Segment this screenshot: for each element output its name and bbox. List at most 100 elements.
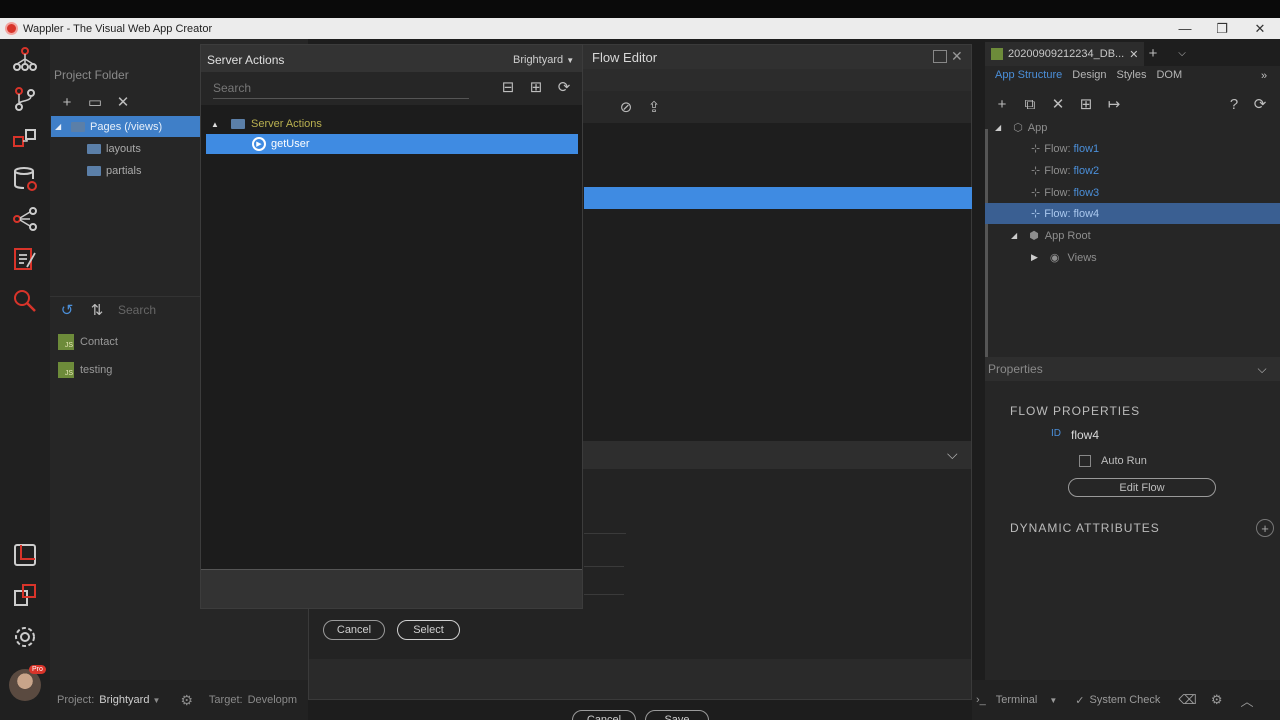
wrap-icon[interactable]: ⊞ bbox=[1077, 95, 1095, 113]
divider bbox=[584, 533, 626, 534]
minimize-button[interactable]: — bbox=[1166, 18, 1204, 39]
status-bar-right: ›_ Terminal ▼ ✓ System Check ⌫ ⚙ ︿ bbox=[972, 680, 1280, 720]
git-icon[interactable] bbox=[9, 83, 41, 115]
share-api-icon[interactable] bbox=[9, 203, 41, 235]
expand-all-icon[interactable]: ⊞ bbox=[527, 78, 545, 96]
document-tab[interactable]: 20200909212234_DB... ✕ bbox=[985, 42, 1145, 66]
server-action-item-getuser[interactable]: ▶ getUser bbox=[206, 134, 578, 154]
collapse-all-icon[interactable]: ⊟ bbox=[499, 78, 517, 96]
help-icon[interactable]: ? bbox=[1225, 95, 1243, 113]
js-file-icon: JS bbox=[58, 334, 74, 350]
id-label: ID bbox=[1051, 428, 1061, 439]
new-tab-icon[interactable]: + bbox=[1144, 44, 1162, 62]
server-action-play-icon: ▶ bbox=[252, 137, 266, 151]
properties-label: Properties bbox=[988, 362, 1043, 376]
actions-search-input[interactable]: Search bbox=[118, 303, 156, 317]
structure-views-row[interactable]: ▶ ◉ Views bbox=[1031, 247, 1097, 268]
maximize-dialog-icon[interactable] bbox=[933, 50, 947, 63]
settings-gear-icon[interactable] bbox=[9, 621, 41, 653]
flow-icon: ⊹ bbox=[1031, 208, 1041, 220]
maximize-button[interactable]: ❐ bbox=[1203, 18, 1241, 39]
tab-styles[interactable]: Styles bbox=[1117, 69, 1147, 81]
refresh-icon[interactable]: ⟳ bbox=[1251, 95, 1269, 113]
folder-icon bbox=[231, 119, 245, 129]
delete-icon[interactable]: ✕ bbox=[114, 93, 132, 111]
structure-scrollbar[interactable] bbox=[985, 129, 988, 359]
structure-toolbar: + ⧉ ✕ ⊞ ↦ bbox=[993, 95, 1123, 114]
tab-dom[interactable]: DOM bbox=[1156, 69, 1182, 81]
close-window-button[interactable]: ✕ bbox=[1241, 18, 1279, 39]
action-item-testing[interactable]: JS testing bbox=[58, 361, 112, 379]
server-actions-cancel-button[interactable]: Cancel bbox=[323, 620, 385, 640]
js-file-icon: JS bbox=[58, 362, 74, 378]
chevron-down-icon[interactable]: ⌵ bbox=[1173, 44, 1191, 62]
close-dialog-icon[interactable]: ✕ bbox=[951, 48, 963, 65]
bug-icon[interactable]: ⚙ bbox=[1211, 692, 1223, 708]
edit-flow-button[interactable]: Edit Flow bbox=[1068, 478, 1216, 497]
auto-run-checkbox[interactable] bbox=[1079, 455, 1091, 467]
export-step-icon[interactable]: ⇪ bbox=[645, 98, 663, 116]
project-dropdown[interactable]: Brightyard ▼ bbox=[513, 54, 574, 66]
js-file-icon bbox=[991, 48, 1003, 60]
history-icon[interactable]: ↺ bbox=[58, 301, 76, 319]
auto-run-row: Auto Run bbox=[1079, 455, 1147, 467]
expand-panel-icon[interactable]: » bbox=[1255, 67, 1273, 85]
eraser-icon[interactable]: ⌫ bbox=[1178, 692, 1196, 708]
close-tab-icon[interactable]: ✕ bbox=[1129, 48, 1138, 61]
eye-icon: ◉ bbox=[1049, 252, 1060, 264]
add-attribute-icon[interactable]: + bbox=[1256, 519, 1274, 537]
chevron-down-icon[interactable]: ⌵ bbox=[1253, 360, 1271, 378]
structure-flow-row[interactable]: ⊹ Flow: flow2 bbox=[1031, 160, 1099, 181]
selected-step-row[interactable] bbox=[584, 187, 972, 209]
add-icon[interactable]: + bbox=[993, 95, 1011, 113]
structure-flow-row[interactable]: ⊹ Flow: flow1 bbox=[1031, 138, 1099, 159]
tree-item-pages[interactable]: ◢ Pages (/views) bbox=[51, 116, 201, 137]
tab-app-structure[interactable]: App Structure bbox=[995, 69, 1062, 81]
flow-name: flow1 bbox=[1073, 142, 1100, 155]
project-toolbar: + ▭ ✕ bbox=[58, 93, 132, 112]
tab-design[interactable]: Design bbox=[1072, 69, 1106, 81]
resource-manager-icon[interactable] bbox=[9, 539, 41, 571]
search-icon[interactable] bbox=[9, 285, 41, 317]
collapse-triangle-icon: ◢ bbox=[995, 123, 1002, 132]
new-folder-icon[interactable]: ▭ bbox=[86, 93, 104, 111]
add-icon[interactable]: + bbox=[58, 93, 76, 111]
structure-app-root-row[interactable]: ◢ ⬢ App Root bbox=[1011, 225, 1091, 246]
server-connect-icon[interactable] bbox=[9, 123, 41, 155]
tree-root-server-actions[interactable]: ▲ Server Actions bbox=[211, 115, 322, 133]
tree-item-label: partials bbox=[106, 164, 142, 177]
terminal-button[interactable]: Terminal bbox=[996, 694, 1038, 706]
server-actions-tree bbox=[201, 105, 582, 569]
refresh-icon[interactable]: ⟳ bbox=[555, 78, 573, 96]
editor-icon[interactable] bbox=[9, 243, 41, 275]
divider bbox=[584, 566, 624, 567]
action-item-contact[interactable]: JS Contact bbox=[58, 333, 118, 351]
chevron-down-icon[interactable]: ⌵ bbox=[947, 446, 958, 463]
sort-icon[interactable]: ⇅ bbox=[88, 301, 106, 319]
project-selector[interactable]: Brightyard bbox=[99, 694, 149, 706]
target-selector[interactable]: Developm bbox=[248, 694, 298, 706]
database-icon[interactable] bbox=[9, 163, 41, 195]
structure-app-row[interactable]: ◢ ⬡ App bbox=[995, 117, 1047, 138]
move-out-icon[interactable]: ↦ bbox=[1105, 95, 1123, 113]
structure-flow-row-selected[interactable]: ⊹ Flow: flow4 bbox=[985, 203, 1280, 224]
chevron-down-icon[interactable]: ▼ bbox=[1049, 696, 1057, 705]
id-value-field[interactable]: flow4 bbox=[1071, 428, 1099, 442]
server-actions-select-button[interactable]: Select bbox=[397, 620, 460, 640]
id-row: ID flow4 bbox=[1051, 428, 1099, 442]
flow-name: flow4 bbox=[1073, 207, 1100, 220]
structure-flow-row[interactable]: ⊹ Flow: flow3 bbox=[1031, 182, 1099, 203]
duplicate-icon[interactable]: ⧉ bbox=[1021, 95, 1039, 113]
extensions-icon[interactable] bbox=[9, 579, 41, 611]
delete-icon[interactable]: ✕ bbox=[1049, 95, 1067, 113]
project-settings-gear-icon[interactable]: ⚙ bbox=[180, 692, 193, 709]
app-root-label: App Root bbox=[1044, 229, 1091, 242]
flow-save-button[interactable]: Save bbox=[645, 710, 709, 720]
system-check-button[interactable]: System Check bbox=[1090, 694, 1161, 706]
chevron-up-icon[interactable]: ︿ bbox=[1240, 691, 1253, 710]
flow-prefix: Flow: bbox=[1044, 207, 1071, 220]
server-actions-search-input[interactable]: Search bbox=[213, 79, 469, 99]
disable-step-icon[interactable]: ⊘ bbox=[617, 98, 635, 116]
flow-cancel-button[interactable]: Cancel bbox=[572, 710, 636, 720]
app-structure-icon[interactable] bbox=[9, 43, 41, 75]
